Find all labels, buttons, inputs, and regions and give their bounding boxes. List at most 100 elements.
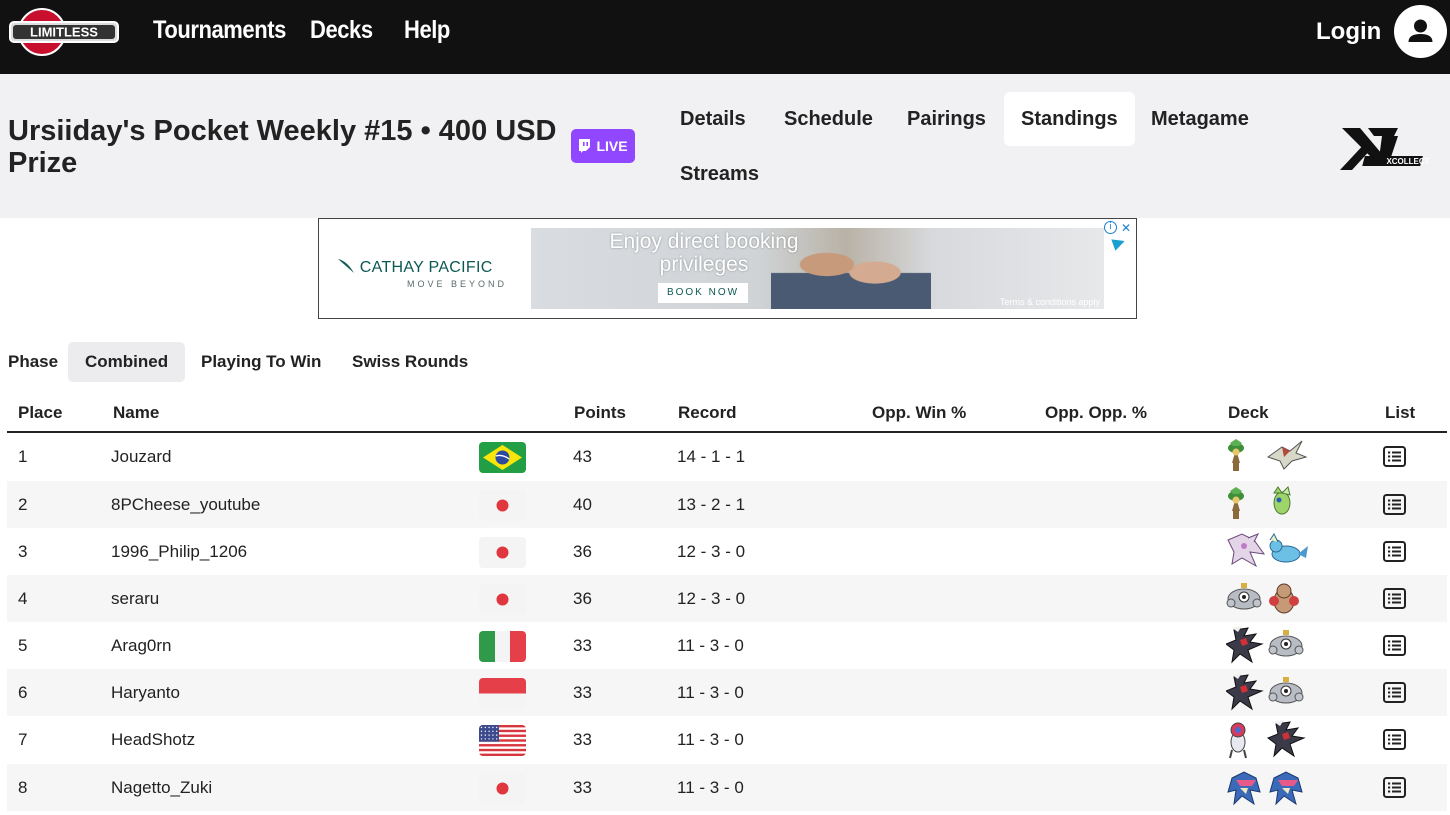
decklist-icon[interactable]	[1383, 494, 1406, 515]
login-link[interactable]: Login	[1316, 18, 1381, 46]
row-points: 40	[573, 495, 592, 514]
row-player-name[interactable]: HeadShotz	[111, 716, 195, 763]
ad-tagline: MOVE BEYOND	[407, 279, 508, 289]
usa-flag-icon	[479, 725, 526, 756]
row-player-name[interactable]: Nagetto_Zuki	[111, 764, 212, 811]
deck-icons[interactable]	[1226, 768, 1326, 808]
row-points: 43	[573, 447, 592, 466]
live-badge[interactable]: LIVE	[571, 129, 635, 163]
row-points: 36	[573, 589, 592, 608]
row-place: 4	[18, 589, 28, 608]
phase-swiss-rounds[interactable]: Swiss Rounds	[335, 342, 485, 382]
decklist-icon[interactable]	[1383, 446, 1406, 467]
brazil-flag-icon	[479, 442, 526, 473]
header-place[interactable]: Place	[18, 403, 62, 423]
row-place: 2	[18, 495, 28, 514]
row-player-name[interactable]: seraru	[111, 575, 159, 622]
decklist-icon[interactable]	[1383, 588, 1406, 609]
phase-combined[interactable]: Combined	[68, 342, 186, 382]
exeggutor-icon	[1228, 439, 1244, 471]
row-record: 11 - 3 - 0	[677, 778, 744, 797]
row-place: 3	[18, 542, 28, 561]
header-name[interactable]: Name	[113, 403, 159, 423]
table-row[interactable]: 3 1996_Philip_1206 36 12 - 3 - 0	[7, 528, 1447, 575]
nav-decks[interactable]: Decks	[310, 16, 373, 45]
japan-flag-icon	[479, 537, 526, 568]
decklist-icon[interactable]	[1383, 682, 1406, 703]
row-record: 11 - 3 - 0	[677, 636, 744, 655]
header-record[interactable]: Record	[678, 403, 737, 423]
row-record: 11 - 3 - 0	[677, 730, 744, 749]
deck-icons[interactable]	[1224, 626, 1326, 666]
table-row[interactable]: 2 8PCheese_youtube 40 13 - 2 - 1	[7, 481, 1447, 528]
decklist-icon[interactable]	[1383, 635, 1406, 656]
ad-terms: Terms & conditions apply	[999, 297, 1100, 307]
table-row[interactable]: 5 Arag0rn 33 11 - 3 - 0	[7, 622, 1447, 669]
row-points: 33	[573, 778, 592, 797]
table-row[interactable]: 7 HeadShotz 33 11 - 3 - 0	[7, 716, 1447, 763]
ad-book-now-button[interactable]: BOOK NOW	[658, 283, 748, 303]
user-icon	[1408, 19, 1433, 42]
header-points[interactable]: Points	[574, 403, 626, 423]
deck-icons[interactable]	[1226, 485, 1326, 525]
limitless-logo[interactable]: LIMITLESS	[8, 8, 120, 56]
ad-brand: CATHAY PACIFIC MOVE BEYOND	[337, 255, 507, 289]
row-player-name[interactable]: Arag0rn	[111, 622, 171, 669]
ad-banner[interactable]: CATHAY PACIFIC MOVE BEYOND Enjoy direct …	[318, 218, 1137, 319]
tab-schedule[interactable]: Schedule	[767, 92, 890, 146]
user-avatar-button[interactable]	[1394, 5, 1447, 58]
indonesia-flag-icon	[479, 678, 526, 709]
table-row[interactable]: 8 Nagetto_Zuki 33 11 - 3 - 0	[7, 764, 1447, 811]
italy-flag-icon	[479, 631, 526, 662]
ad-close-icon[interactable]: ✕	[1121, 221, 1131, 235]
xcollect-sponsor-logo[interactable]: XCOLLECT	[1338, 122, 1434, 174]
japan-flag-icon	[479, 490, 526, 521]
ad-info-icon[interactable]: i	[1104, 221, 1117, 234]
header-list[interactable]: List	[1385, 403, 1415, 423]
header-opp-win[interactable]: Opp. Win %	[872, 403, 966, 423]
tab-pairings[interactable]: Pairings	[890, 92, 1003, 146]
deck-icons[interactable]	[1226, 579, 1326, 619]
greninja-icon	[1269, 771, 1303, 806]
row-player-name[interactable]: Jouzard	[111, 433, 171, 480]
decklist-icon[interactable]	[1383, 777, 1406, 798]
darkrai-icon	[1224, 626, 1264, 664]
table-row[interactable]: 4 seraru 36 12 - 3 - 0	[7, 575, 1447, 622]
header-opp-opp[interactable]: Opp. Opp. %	[1045, 403, 1147, 423]
row-place: 7	[18, 730, 28, 749]
deck-icons[interactable]	[1226, 720, 1326, 760]
row-place: 6	[18, 683, 28, 702]
tab-details[interactable]: Details	[663, 92, 763, 146]
table-row[interactable]: 6 Haryanto 33 11 - 3 - 0	[7, 669, 1447, 716]
ad-brand-name: CATHAY PACIFIC	[359, 259, 493, 276]
decklist-icon[interactable]	[1383, 729, 1406, 750]
ad-headline: Enjoy direct booking privileges	[609, 230, 799, 276]
magnezone-icon	[1268, 630, 1304, 657]
row-place: 1	[18, 447, 28, 466]
phase-playing-to-win[interactable]: Playing To Win	[184, 342, 338, 382]
magnezone-icon	[1226, 583, 1262, 610]
deck-icons[interactable]	[1226, 437, 1326, 477]
deck-icons[interactable]	[1226, 532, 1326, 572]
japan-flag-icon	[479, 773, 526, 804]
hitmonchan-icon	[1269, 583, 1299, 614]
row-record: 14 - 1 - 1	[677, 447, 746, 466]
tab-standings[interactable]: Standings	[1004, 92, 1135, 146]
nav-tournaments[interactable]: Tournaments	[153, 16, 286, 45]
row-player-name[interactable]: 1996_Philip_1206	[111, 528, 247, 575]
cathay-logo-icon	[338, 259, 354, 273]
deck-icons[interactable]	[1224, 673, 1326, 713]
tab-streams[interactable]: Streams	[663, 147, 776, 201]
header-deck[interactable]: Deck	[1228, 403, 1269, 423]
row-record: 12 - 3 - 0	[677, 542, 746, 561]
row-player-name[interactable]: Haryanto	[111, 669, 180, 716]
logo-text: LIMITLESS	[30, 25, 98, 40]
tournament-title: Ursiiday's Pocket Weekly #15 • 400 USD P…	[8, 115, 557, 179]
table-row[interactable]: 1 Jouzard 43 14 - 1 - 1	[7, 433, 1447, 480]
japan-flag-icon	[479, 584, 526, 615]
row-player-name[interactable]: 8PCheese_youtube	[111, 481, 260, 528]
decklist-icon[interactable]	[1383, 541, 1406, 562]
tab-metagame[interactable]: Metagame	[1134, 92, 1266, 146]
nav-help[interactable]: Help	[404, 16, 450, 45]
ad-photo: Enjoy direct booking privileges BOOK NOW…	[531, 228, 1104, 309]
